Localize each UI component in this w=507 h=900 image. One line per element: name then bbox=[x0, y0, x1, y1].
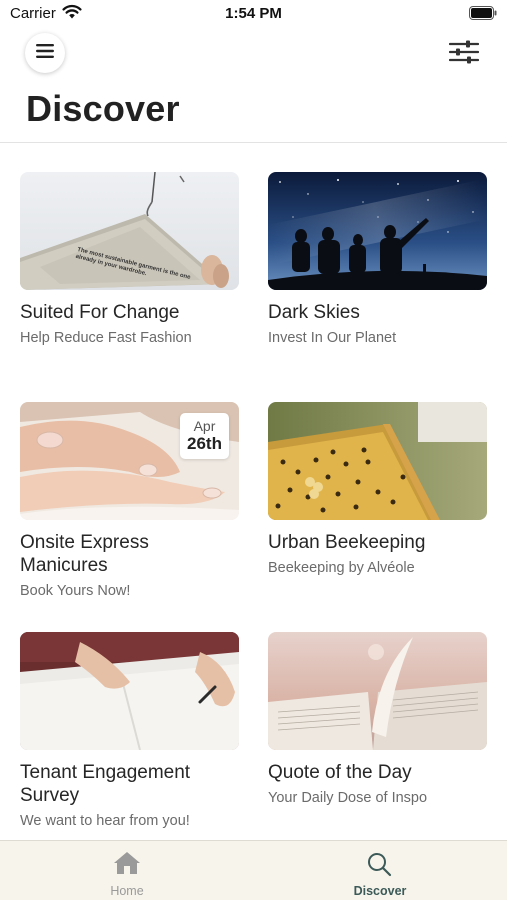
card-image-open-book bbox=[268, 632, 487, 750]
tab-bar: Home Discover bbox=[0, 840, 507, 900]
card-image-hanger: The most sustainable garment is the one … bbox=[20, 172, 239, 290]
menu-button[interactable] bbox=[25, 33, 65, 73]
tab-label-discover: Discover bbox=[353, 884, 407, 898]
card-subtitle: Help Reduce Fast Fashion bbox=[20, 330, 192, 346]
tab-label-home: Home bbox=[110, 884, 144, 898]
card-title: Suited For Change bbox=[20, 302, 180, 323]
card-title: Quote of the Day bbox=[268, 762, 412, 783]
sliders-filter-icon bbox=[448, 40, 480, 69]
card-subtitle: Beekeeping by Alvéole bbox=[268, 560, 415, 576]
home-icon bbox=[113, 851, 141, 880]
card-subtitle: Book Yours Now! bbox=[20, 583, 131, 599]
card-image-beehive bbox=[268, 402, 487, 520]
card-dark-skies[interactable]: Dark Skies Invest In Our Planet bbox=[268, 172, 488, 347]
filter-button[interactable] bbox=[448, 40, 480, 69]
date-badge: Apr 26th bbox=[180, 413, 229, 459]
card-subtitle: Your Daily Dose of Inspo bbox=[268, 790, 428, 806]
clock: 1:54 PM bbox=[225, 5, 282, 22]
header-divider bbox=[0, 142, 507, 143]
card-title: Urban Beekeeping bbox=[268, 532, 426, 553]
battery-icon bbox=[469, 6, 497, 25]
tab-discover[interactable]: Discover bbox=[320, 841, 440, 900]
card-title: Tenant Engagement Survey bbox=[20, 762, 191, 806]
card-title: Dark Skies bbox=[268, 302, 360, 323]
page-title: Discover bbox=[26, 88, 180, 129]
card-onsite-express-manicures[interactable]: Apr 26th Onsite Express Manicures Book Y… bbox=[20, 402, 240, 600]
date-badge-month: Apr bbox=[193, 418, 216, 434]
card-urban-beekeeping[interactable]: Urban Beekeeping Beekeeping by Alvéole bbox=[268, 402, 488, 577]
card-subtitle: We want to hear from you! bbox=[20, 813, 190, 829]
card-image-night-sky bbox=[268, 172, 487, 290]
card-suited-for-change[interactable]: The most sustainable garment is the one … bbox=[20, 172, 240, 347]
tab-home[interactable]: Home bbox=[67, 841, 187, 900]
card-tenant-engagement-survey[interactable]: Tenant Engagement Survey We want to hear… bbox=[20, 632, 240, 830]
card-image-manicure: Apr 26th bbox=[20, 402, 239, 520]
date-badge-day: 26th bbox=[187, 434, 222, 453]
status-bar: Carrier 1:54 PM bbox=[0, 0, 507, 28]
card-quote-of-the-day[interactable]: Quote of the Day Your Daily Dose of Insp… bbox=[268, 632, 488, 807]
card-subtitle: Invest In Our Planet bbox=[268, 330, 397, 346]
search-icon bbox=[366, 851, 392, 882]
card-image-writing bbox=[20, 632, 239, 750]
hamburger-menu-icon bbox=[36, 43, 54, 63]
card-title: Onsite Express Manicures bbox=[20, 532, 149, 576]
